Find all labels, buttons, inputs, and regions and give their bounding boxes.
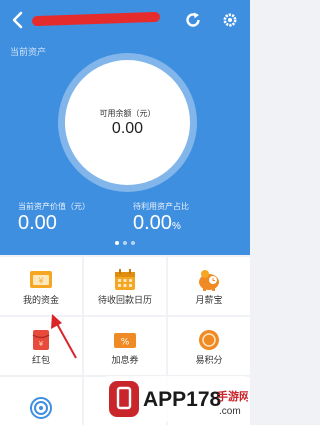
svg-text:手游网: 手游网 bbox=[217, 389, 248, 403]
grid-item-target[interactable] bbox=[0, 377, 82, 425]
coupon-icon: % bbox=[114, 333, 136, 348]
available-balance-value: 0.00 bbox=[111, 120, 144, 137]
top-bar bbox=[0, 0, 250, 40]
current-assets-label: 当前资产 bbox=[10, 47, 47, 57]
asset-value-label: 当前资产价值（元） bbox=[18, 202, 90, 211]
settings-icon[interactable] bbox=[220, 10, 240, 30]
calendar-icon bbox=[115, 269, 135, 290]
svg-text:APP178: APP178 bbox=[143, 388, 222, 411]
pending-ratio-label: 待利用资产占比 bbox=[133, 202, 189, 211]
grid-item-points[interactable]: 易积分 bbox=[168, 317, 250, 375]
grid-item-interest-coupon[interactable]: % 加息券 bbox=[84, 317, 166, 375]
redacted-title bbox=[31, 11, 161, 27]
available-balance-label: 可用余额（元） bbox=[99, 109, 156, 118]
grid-item-monthly-salary-treasure[interactable]: 月薪宝 bbox=[168, 257, 250, 315]
grid-item-label: 我的资金 bbox=[22, 295, 59, 305]
carousel-dots bbox=[115, 241, 135, 247]
asset-hero: 当前资产 可用余额（元） 0.00 当前资产价值（元） 0.00 待利用资产占比… bbox=[0, 0, 250, 255]
grid-item-label: 易积分 bbox=[195, 355, 223, 365]
svg-text:%: % bbox=[121, 338, 130, 348]
asset-value: 0.00 bbox=[18, 212, 57, 234]
grid-item-label: 待收回款日历 bbox=[97, 295, 152, 305]
piggy-bank-icon bbox=[199, 270, 219, 291]
pending-ratio-value: 0.00% bbox=[133, 212, 181, 235]
carousel-dot-active[interactable] bbox=[115, 241, 119, 245]
pending-ratio-number: 0.00 bbox=[133, 212, 172, 234]
target-icon bbox=[30, 397, 52, 419]
grid-item-label: 月薪宝 bbox=[195, 295, 223, 305]
svg-text:.com: .com bbox=[219, 406, 241, 417]
funds-icon: ¥ bbox=[30, 271, 52, 288]
refresh-icon[interactable] bbox=[183, 10, 203, 30]
svg-text:¥: ¥ bbox=[39, 340, 44, 348]
watermark-logo: APP178 手游网 .com bbox=[105, 376, 248, 422]
balance-circle: 可用余额（元） 0.00 bbox=[65, 60, 190, 185]
carousel-dot[interactable] bbox=[123, 241, 127, 245]
carousel-dot[interactable] bbox=[131, 241, 135, 245]
points-icon bbox=[199, 330, 219, 350]
red-packet-icon: ¥ bbox=[32, 330, 50, 350]
svg-text:¥: ¥ bbox=[38, 277, 43, 286]
grid-item-label: 红包 bbox=[31, 355, 50, 365]
back-arrow-icon[interactable] bbox=[8, 10, 28, 30]
grid-item-label: 加息券 bbox=[111, 355, 139, 365]
grid-item-my-funds[interactable]: ¥ 我的资金 bbox=[0, 257, 82, 315]
grid-item-red-packet[interactable]: ¥ 红包 bbox=[0, 317, 82, 375]
grid-item-repayment-calendar[interactable]: 待收回款日历 bbox=[84, 257, 166, 315]
pending-ratio-unit: % bbox=[171, 221, 181, 232]
